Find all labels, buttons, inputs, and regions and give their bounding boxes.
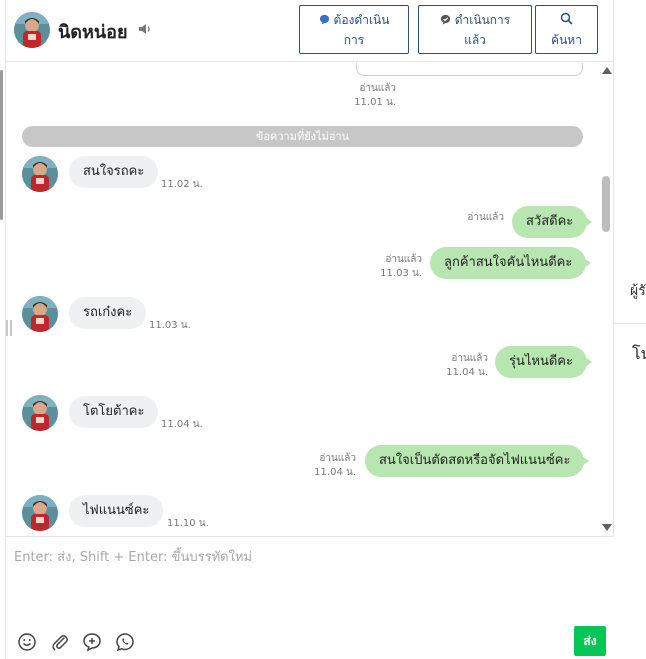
speech-bubble-icon [319,14,329,25]
incoming-message[interactable]: โตโยต้าคะ [69,396,159,428]
message-time: 11.04 น. [314,467,356,478]
message-composer: ส่ง [6,536,614,659]
incoming-message[interactable]: สนใจรถคะ [69,156,159,188]
right-info-panel: ผู้รั โน [614,0,646,659]
scroll-up-arrow-icon[interactable] [602,67,612,74]
outgoing-message[interactable]: รุ่นไหนดีคะ [495,346,592,378]
outgoing-message[interactable]: ลูกค้าสนใจคันไหนดีคะ [430,247,592,279]
contact-avatar[interactable] [14,12,50,48]
message-time: 11.04 น. [446,367,488,378]
read-status: อ่านแล้ว [467,212,504,223]
right-panel-divider [614,323,646,324]
search-button[interactable]: ค้นหา [535,5,598,54]
scroll-down-arrow-icon[interactable] [602,524,612,531]
sender-avatar[interactable] [22,495,58,531]
search-icon [560,12,573,25]
message-scrollbar[interactable] [600,63,612,535]
emoji-icon[interactable] [17,632,37,652]
chat-header: นิดหน่อย ต้องดำเนิน การ ดำเนินการ แล้ว ค… [6,0,614,62]
message-time: 11.10 น. [167,518,209,529]
chat-panel: นิดหน่อย ต้องดำเนิน การ ดำเนินการ แล้ว ค… [6,0,614,659]
message-time: 11.01 น. [354,97,396,108]
speaker-icon[interactable] [138,22,152,36]
sender-avatar[interactable] [22,395,58,431]
message-list[interactable]: อ่านแล้ว 11.01 น. ข้อความที่ยังไม่อ่าน ส… [6,63,614,535]
pending-label-1: ต้องดำเนิน [333,13,390,27]
done-label-1: ดำเนินการ [454,13,511,27]
pending-action-button[interactable]: ต้องดำเนิน การ [299,5,409,54]
message-input[interactable] [14,547,574,567]
right-panel-label: ผู้รั [630,283,646,299]
done-label-2: แล้ว [464,33,486,47]
message-time: 11.02 น. [161,179,203,190]
incoming-message[interactable]: ไฟแนนซ์คะ [69,495,164,527]
incoming-message[interactable]: รถเก๋งคะ [69,297,147,329]
send-button[interactable]: ส่ง [574,626,606,656]
read-status: อ่านแล้ว [319,453,356,464]
unread-divider: ข้อความที่ยังไม่อ่าน [22,126,583,147]
contact-name: นิดหน่อย [58,22,128,43]
attachment-icon[interactable] [50,632,70,652]
sender-avatar[interactable] [22,296,58,332]
add-sticker-icon[interactable] [82,632,102,652]
message-time: 11.03 น. [380,268,422,279]
right-panel-heading: โน [632,344,646,363]
left-scroll-indicator[interactable] [0,70,3,220]
read-status: อ่านแล้ว [359,83,396,94]
scroll-thumb[interactable] [602,176,610,232]
quick-reply-icon[interactable] [115,632,135,652]
sender-avatar[interactable] [22,156,58,192]
done-action-button[interactable]: ดำเนินการ แล้ว [418,5,532,54]
chat-app: นิดหน่อย ต้องดำเนิน การ ดำเนินการ แล้ว ค… [0,0,646,659]
read-status: อ่านแล้ว [451,353,488,364]
check-bubble-icon [440,14,450,25]
search-label: ค้นหา [551,33,582,47]
previous-message-bubble [356,63,583,76]
message-time: 11.04 น. [161,419,203,430]
pending-label-2: การ [343,33,365,47]
read-status: อ่านแล้ว [385,254,422,265]
outgoing-message[interactable]: สวัสดีคะ [512,206,593,238]
outgoing-message[interactable]: สนใจเป็นตัดสดหรือจัดไฟแนนซ์คะ [365,445,590,477]
message-time: 11.03 น. [149,320,191,331]
